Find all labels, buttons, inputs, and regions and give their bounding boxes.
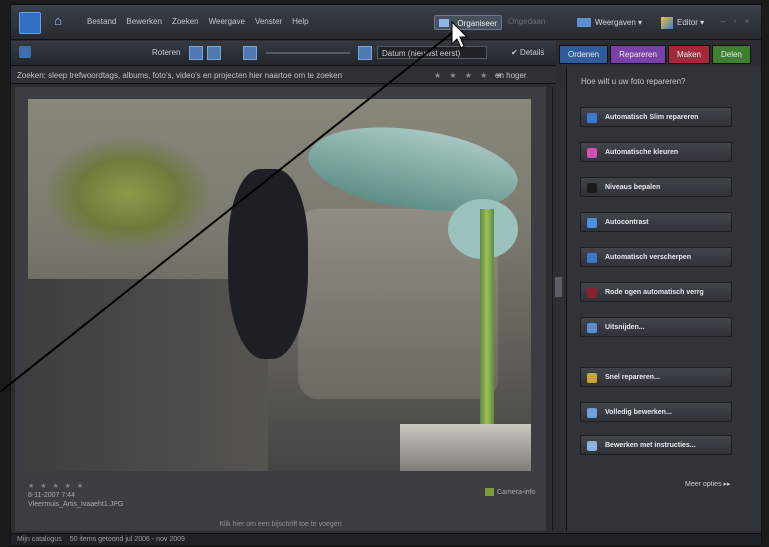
editor-button[interactable]: Editor ▾ [661,15,704,30]
photo-rating-stars[interactable]: ★ ★ ★ ★ ★ [28,482,123,491]
photo-meta: ★ ★ ★ ★ ★ 8-11-2007 7:44 Vleermuis_Artis… [28,482,123,509]
auto-color-button[interactable]: Automatische kleuren [580,142,732,162]
task-tabs: Ordenen Repareren Maken Delen [559,45,753,64]
auto-color-label: Automatische kleuren [605,149,679,156]
panel-heading: Hoe wilt u uw foto repareren? [581,77,686,86]
organizer-icon [439,19,449,27]
tab-delen[interactable]: Delen [711,45,751,64]
search-bar[interactable]: Zoeken: sleep trefwoordtags, albums, fot… [11,67,556,84]
camera-info-label: Camera-info [497,488,536,496]
search-hint: Zoeken: sleep trefwoordtags, albums, fot… [17,71,343,80]
back-arrow-icon[interactable] [19,46,31,58]
levels-label: Niveaus bepalen [605,184,661,191]
camera-info[interactable]: Camera-info [485,488,536,496]
rotate-right-icon[interactable] [207,46,221,60]
browser-toolbar: Roteren Datum (nieuwst eerst) ✔ Details [11,41,556,66]
photo-moss [48,139,208,249]
details-checkbox[interactable]: ✔ Details [511,48,544,57]
menu-item-zoeken[interactable]: Zoeken [172,17,199,26]
photo-date: 8-11-2007 7:44 [28,492,75,499]
full-edit-label: Volledig bewerken... [605,409,672,416]
organiseer-button[interactable]: Organiseer [434,15,502,30]
levels-icon [587,183,597,193]
more-options-link[interactable]: Meer opties ▸▸ [685,480,731,488]
quick-fix-button[interactable]: Snel repareren... [580,367,732,387]
sort-order-select[interactable]: Datum (nieuwst eerst) [377,46,487,59]
thumbnail-size-slider[interactable] [266,52,350,54]
tab-repareren[interactable]: Repareren [610,45,666,64]
crop-icon [587,323,597,333]
auto-sharpen-button[interactable]: Automatisch verscherpen [580,247,732,267]
media-browser: ★ ★ ★ ★ ★ 8-11-2007 7:44 Vleermuis_Artis… [15,87,546,531]
menu-item-bestand[interactable]: Bestand [87,17,116,26]
catalog-name[interactable]: Mijn catalogus [17,536,62,543]
scrollbar-thumb[interactable] [555,277,562,297]
crop-label: Uitsnijden... [605,324,645,331]
levels-button[interactable]: Niveaus bepalen [580,177,732,197]
photo-bat [228,169,308,359]
single-photo-view-icon[interactable] [358,46,372,60]
menu-item-bewerken[interactable]: Bewerken [126,17,162,26]
auto-smart-fix-button[interactable]: Automatisch Slim repareren [580,107,732,127]
menu-item-weergave[interactable]: Weergave [209,17,245,26]
thumbnail-small-icon[interactable] [243,46,257,60]
photo-filename: Vleermuis_Artis_Ivaaeht1.JPG [28,501,124,508]
crop-button[interactable]: Uitsnijden... [580,317,732,337]
auto-color-icon [587,148,597,158]
red-eye-label: Rode ogen automatisch verrg [605,289,704,296]
display-icon [577,18,591,28]
rating-filter-label[interactable]: en hoger [495,71,527,80]
photo-caption[interactable]: Klik hier om een bijschrift toe te voege… [15,521,546,528]
auto-smart-fix-label: Automatisch Slim repareren [605,114,699,121]
red-eye-icon [587,288,597,298]
window-controls[interactable]: – ▫ × [721,17,752,26]
guided-edit-label: Bewerken met instructies... [605,442,696,449]
red-eye-button[interactable]: Rode ogen automatisch verrg [580,282,732,302]
main-menu: Bestand Bewerken Zoeken Weergave Venster… [87,17,309,26]
items-count: 50 items getoond jul 2006 - nov 2009 [69,536,185,543]
auto-contrast-label: Autocontrast [605,219,649,226]
rotate-left-icon[interactable] [189,46,203,60]
media-scrollbar[interactable] [552,87,565,531]
full-edit-button[interactable]: Volledig bewerken... [580,402,732,422]
details-label: Details [519,48,545,57]
auto-sharpen-label: Automatisch verscherpen [605,254,691,261]
auto-contrast-button[interactable]: Autocontrast [580,212,732,232]
tab-ordenen[interactable]: Ordenen [559,45,609,64]
app-window: ⌂ Bestand Bewerken Zoeken Weergave Venst… [10,4,762,546]
menu-bar: ⌂ Bestand Bewerken Zoeken Weergave Venst… [11,5,761,40]
editor-label: Editor [677,18,698,27]
undo-button[interactable]: Ongedaan [508,17,545,26]
rotate-label: Roteren [152,48,181,57]
guided-edit-icon [587,441,597,451]
weergaven-button[interactable]: Weergaven ▾ [577,15,642,30]
auto-contrast-icon [587,218,597,228]
quick-fix-icon [587,373,597,383]
full-edit-icon [587,408,597,418]
status-bar: Mijn catalogus 50 items getoond jul 2006… [11,533,761,545]
tab-maken[interactable]: Maken [667,45,710,64]
menu-item-venster[interactable]: Venster [255,17,282,26]
photo-stones [400,424,531,471]
menu-item-help[interactable]: Help [292,17,308,26]
photo-preview[interactable] [28,99,531,471]
quick-fix-label: Snel repareren... [605,374,660,381]
app-logo-icon [19,12,41,34]
home-icon[interactable]: ⌂ [51,14,65,28]
camera-info-icon [485,488,494,496]
guided-edit-button[interactable]: Bewerken met instructies... [580,435,732,455]
auto-smart-fix-icon [587,113,597,123]
fix-panel: Hoe wilt u uw foto repareren? Automatisc… [566,67,761,531]
organiseer-label: Organiseer [457,19,497,28]
editor-icon [661,16,673,29]
weergaven-label: Weergaven [595,18,636,27]
auto-sharpen-icon [587,253,597,263]
